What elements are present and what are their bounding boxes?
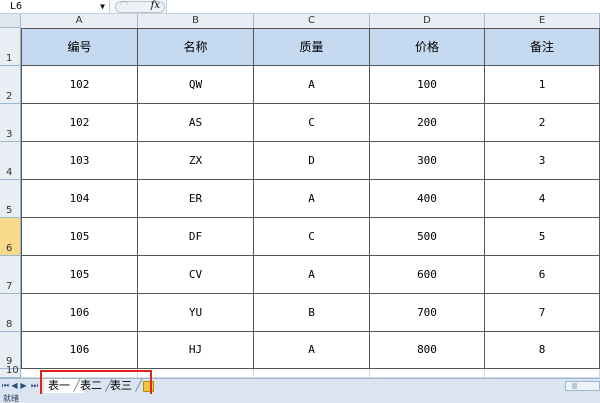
table-cell[interactable]: 106 — [21, 294, 138, 332]
row-header-5[interactable]: 5 — [0, 180, 21, 218]
insert-function-icon[interactable]: fx — [151, 0, 160, 11]
empty-cell[interactable] — [370, 369, 485, 378]
status-text: 就绪 — [3, 394, 19, 403]
first-sheet-icon[interactable]: ⏮ — [1, 380, 10, 392]
status-bar: 就绪 — [0, 394, 600, 403]
row-number: 10 — [6, 365, 19, 376]
table-cell[interactable]: 2 — [485, 104, 600, 142]
table-cell[interactable]: C — [254, 104, 370, 142]
row-number: 4 — [6, 167, 13, 178]
row-header-7[interactable]: 7 — [0, 256, 21, 294]
prev-sheet-icon[interactable]: ◀ — [10, 380, 19, 392]
table-cell[interactable]: YU — [138, 294, 254, 332]
empty-cell[interactable] — [254, 369, 370, 378]
table-header-cell[interactable]: 备注 — [485, 28, 600, 66]
table-cell[interactable]: 6 — [485, 256, 600, 294]
empty-cell[interactable] — [485, 369, 600, 378]
expand-icon[interactable]: ◠ — [120, 0, 128, 10]
table-cell[interactable]: QW — [138, 66, 254, 104]
table-cell[interactable]: 7 — [485, 294, 600, 332]
table-header-cell[interactable]: 名称 — [138, 28, 254, 66]
table-cell[interactable]: CV — [138, 256, 254, 294]
highlight-box — [40, 370, 152, 397]
row-number: 3 — [6, 129, 13, 140]
name-box[interactable]: L6 ▼ — [0, 0, 110, 13]
column-header-d[interactable]: D — [370, 14, 485, 28]
table-cell[interactable]: 102 — [21, 104, 138, 142]
table-cell[interactable]: 700 — [370, 294, 485, 332]
table-cell[interactable]: 800 — [370, 332, 485, 369]
row-number: 5 — [6, 205, 13, 216]
column-header-b[interactable]: B — [138, 14, 254, 28]
table-cell[interactable]: 200 — [370, 104, 485, 142]
row-header-10[interactable]: 10 — [0, 365, 21, 378]
table-header-cell[interactable]: 编号 — [21, 28, 138, 66]
table-cell[interactable]: ER — [138, 180, 254, 218]
row-header-6[interactable]: 6 — [0, 218, 21, 256]
table-cell[interactable]: A — [254, 256, 370, 294]
row-header-1[interactable]: 1 — [0, 28, 21, 66]
table-cell[interactable]: 300 — [370, 142, 485, 180]
column-header-e[interactable]: E — [485, 14, 600, 28]
table-cell[interactable]: 100 — [370, 66, 485, 104]
row-header-4[interactable]: 4 — [0, 142, 21, 180]
table-cell[interactable]: 103 — [21, 142, 138, 180]
table-cell[interactable]: HJ — [138, 332, 254, 369]
next-sheet-icon[interactable]: ▶ — [19, 380, 28, 392]
table-cell[interactable]: A — [254, 66, 370, 104]
row-number: 1 — [6, 53, 13, 64]
table-cell[interactable]: A — [254, 332, 370, 369]
horizontal-scrollbar[interactable] — [565, 381, 600, 391]
table-cell[interactable]: 102 — [21, 66, 138, 104]
table-cell[interactable]: D — [254, 142, 370, 180]
last-sheet-icon[interactable]: ⏭ — [30, 380, 39, 392]
table-cell[interactable]: B — [254, 294, 370, 332]
select-all-corner[interactable] — [0, 14, 21, 28]
formula-bar: L6 ▼ ◠ fx — [0, 0, 600, 14]
table-cell[interactable]: 500 — [370, 218, 485, 256]
scrollbar-thumb[interactable] — [572, 383, 577, 389]
row-number: 7 — [6, 281, 13, 292]
chevron-down-icon[interactable]: ▼ — [100, 0, 105, 13]
table-header-cell[interactable]: 质量 — [254, 28, 370, 66]
row-header-8[interactable]: 8 — [0, 294, 21, 332]
table-cell[interactable]: 106 — [21, 332, 138, 369]
table-cell[interactable]: 3 — [485, 142, 600, 180]
table-header-cell[interactable]: 价格 — [370, 28, 485, 66]
empty-cell[interactable] — [138, 369, 254, 378]
table-cell[interactable]: DF — [138, 218, 254, 256]
table-cell[interactable]: A — [254, 180, 370, 218]
row-header-9[interactable]: 9 — [0, 332, 21, 369]
table-cell[interactable]: 400 — [370, 180, 485, 218]
table-cell[interactable]: C — [254, 218, 370, 256]
row-header-3[interactable]: 3 — [0, 104, 21, 142]
formula-input[interactable] — [166, 0, 600, 13]
table-cell[interactable]: 105 — [21, 218, 138, 256]
row-number: 2 — [6, 91, 13, 102]
table-cell[interactable]: 105 — [21, 256, 138, 294]
table-cell[interactable]: ZX — [138, 142, 254, 180]
table-cell[interactable]: 1 — [485, 66, 600, 104]
table-cell[interactable]: 600 — [370, 256, 485, 294]
table-cell[interactable]: AS — [138, 104, 254, 142]
table-cell[interactable]: 104 — [21, 180, 138, 218]
row-number: 8 — [6, 319, 13, 330]
name-box-value: L6 — [10, 1, 23, 12]
row-number: 6 — [6, 243, 13, 254]
table-cell[interactable]: 8 — [485, 332, 600, 369]
formula-tools: ◠ fx — [115, 0, 165, 13]
column-header-a[interactable]: A — [21, 14, 138, 28]
table-cell[interactable]: 4 — [485, 180, 600, 218]
row-header-2[interactable]: 2 — [0, 66, 21, 104]
column-header-c[interactable]: C — [254, 14, 370, 28]
table-cell[interactable]: 5 — [485, 218, 600, 256]
